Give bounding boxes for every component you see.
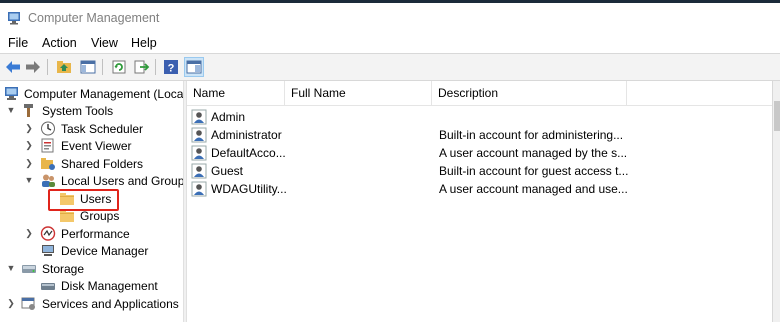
refresh-icon[interactable]	[110, 58, 128, 76]
users-list: Name Full Name Description Admin Adminis…	[187, 81, 772, 322]
vertical-scrollbar[interactable]	[772, 81, 780, 322]
tree-item-task-scheduler[interactable]: ❯ Task Scheduler	[0, 120, 183, 137]
console-tree: Computer Management (Local ▼ System Tool…	[0, 81, 183, 322]
user-description: A user account managed and use...	[439, 182, 628, 196]
collapse-arrow-icon[interactable]: ▼	[6, 260, 16, 277]
list-row[interactable]: WDAGUtility... A user account managed an…	[187, 180, 772, 198]
user-name: Administrator	[211, 128, 282, 142]
title-bar: Computer Management	[0, 3, 780, 33]
tree-label: Event Viewer	[61, 139, 132, 153]
user-name: Admin	[211, 110, 246, 124]
column-header-full-name[interactable]: Full Name	[285, 81, 432, 105]
user-icon	[191, 181, 207, 197]
expand-arrow-icon[interactable]: ❯	[24, 120, 34, 137]
export-list-icon[interactable]	[132, 58, 150, 76]
task-scheduler-icon	[40, 121, 56, 136]
user-name: Guest	[211, 164, 244, 178]
tree-label: Storage	[42, 262, 85, 276]
expand-arrow-icon[interactable]: ❯	[24, 225, 34, 242]
list-row[interactable]: Admin	[187, 108, 772, 126]
folder-icon	[59, 191, 75, 206]
performance-icon	[40, 226, 56, 241]
user-icon	[191, 127, 207, 143]
menu-bar: File Action View Help	[0, 33, 780, 53]
tree-label: Task Scheduler	[61, 122, 144, 136]
tree-label: Device Manager	[61, 244, 149, 258]
menu-view[interactable]: View	[91, 36, 118, 50]
expand-arrow-icon[interactable]: ❯	[24, 137, 34, 154]
window-title: Computer Management	[28, 11, 160, 25]
expand-arrow-icon[interactable]: ❯	[24, 155, 34, 172]
show-hide-tree-icon[interactable]	[79, 58, 97, 76]
tree-item-computer-management[interactable]: Computer Management (Local	[0, 85, 183, 102]
tree-label: Computer Management (Local	[24, 87, 183, 101]
tree-label: Disk Management	[61, 279, 158, 293]
scrollbar-thumb[interactable]	[774, 101, 780, 131]
tree-item-disk-management[interactable]: Disk Management	[0, 277, 183, 294]
shared-folders-icon	[40, 156, 56, 171]
list-row[interactable]: DefaultAcco... A user account managed by…	[187, 144, 772, 162]
tree-item-performance[interactable]: ❯ Performance	[0, 225, 183, 242]
tree-item-storage[interactable]: ▼ Storage	[0, 260, 183, 277]
tree-label: Shared Folders	[61, 157, 144, 171]
properties-icon[interactable]	[184, 57, 204, 77]
tree-item-users[interactable]: Users	[0, 190, 183, 207]
tree-label: Users	[80, 192, 112, 206]
computer-management-app-icon	[7, 11, 21, 25]
tree-item-device-manager[interactable]: Device Manager	[0, 242, 183, 259]
user-description: Built-in account for administering...	[439, 128, 624, 142]
tree-label: Performance	[61, 227, 130, 241]
collapse-arrow-icon[interactable]: ▼	[24, 172, 34, 189]
user-name: WDAGUtility...	[211, 182, 287, 196]
services-icon	[21, 296, 37, 311]
menu-file[interactable]: File	[8, 36, 28, 50]
tree-item-system-tools[interactable]: ▼ System Tools	[0, 102, 183, 119]
device-manager-icon	[40, 243, 56, 258]
toolbar: ?	[0, 53, 780, 81]
tree-item-event-viewer[interactable]: ❯ Event Viewer	[0, 137, 183, 154]
user-icon	[191, 109, 207, 125]
tree-label: Groups	[80, 209, 120, 223]
folder-icon	[59, 208, 75, 223]
user-icon	[191, 163, 207, 179]
menu-action[interactable]: Action	[42, 36, 77, 50]
user-name: DefaultAcco...	[211, 146, 286, 160]
help-icon[interactable]: ?	[162, 58, 180, 76]
event-viewer-icon	[40, 138, 56, 153]
user-description: A user account managed by the s...	[439, 146, 628, 160]
column-header-description[interactable]: Description	[432, 81, 627, 105]
users-groups-icon	[40, 173, 56, 188]
storage-icon	[21, 261, 37, 276]
back-icon[interactable]	[4, 58, 22, 76]
user-icon	[191, 145, 207, 161]
forward-icon[interactable]	[24, 58, 42, 76]
expand-arrow-icon[interactable]: ❯	[6, 295, 16, 312]
list-row[interactable]: Guest Built-in account for guest access …	[187, 162, 772, 180]
tree-item-groups[interactable]: Groups	[0, 207, 183, 224]
svg-text:?: ?	[168, 63, 175, 75]
tree-item-shared-folders[interactable]: ❯ Shared Folders	[0, 155, 183, 172]
list-row[interactable]: Administrator Built-in account for admin…	[187, 126, 772, 144]
user-description: Built-in account for guest access t...	[439, 164, 629, 178]
tree-item-services-applications[interactable]: ❯ Services and Applications	[0, 295, 183, 312]
collapse-arrow-icon[interactable]: ▼	[6, 102, 16, 119]
computer-management-icon	[4, 86, 20, 101]
tree-label: System Tools	[42, 104, 114, 118]
column-header-name[interactable]: Name	[187, 81, 285, 105]
list-header: Name Full Name Description	[187, 81, 772, 106]
tree-item-local-users-groups[interactable]: ▼ Local Users and Groups	[0, 172, 183, 189]
tree-label: Services and Applications	[42, 297, 179, 311]
toolbar-separator	[47, 59, 48, 75]
toolbar-separator	[102, 59, 103, 75]
system-tools-icon	[21, 103, 37, 118]
menu-help[interactable]: Help	[131, 36, 157, 50]
toolbar-separator	[155, 59, 156, 75]
tree-label: Local Users and Groups	[61, 174, 183, 188]
up-folder-icon[interactable]	[55, 58, 73, 76]
disk-management-icon	[40, 278, 56, 293]
